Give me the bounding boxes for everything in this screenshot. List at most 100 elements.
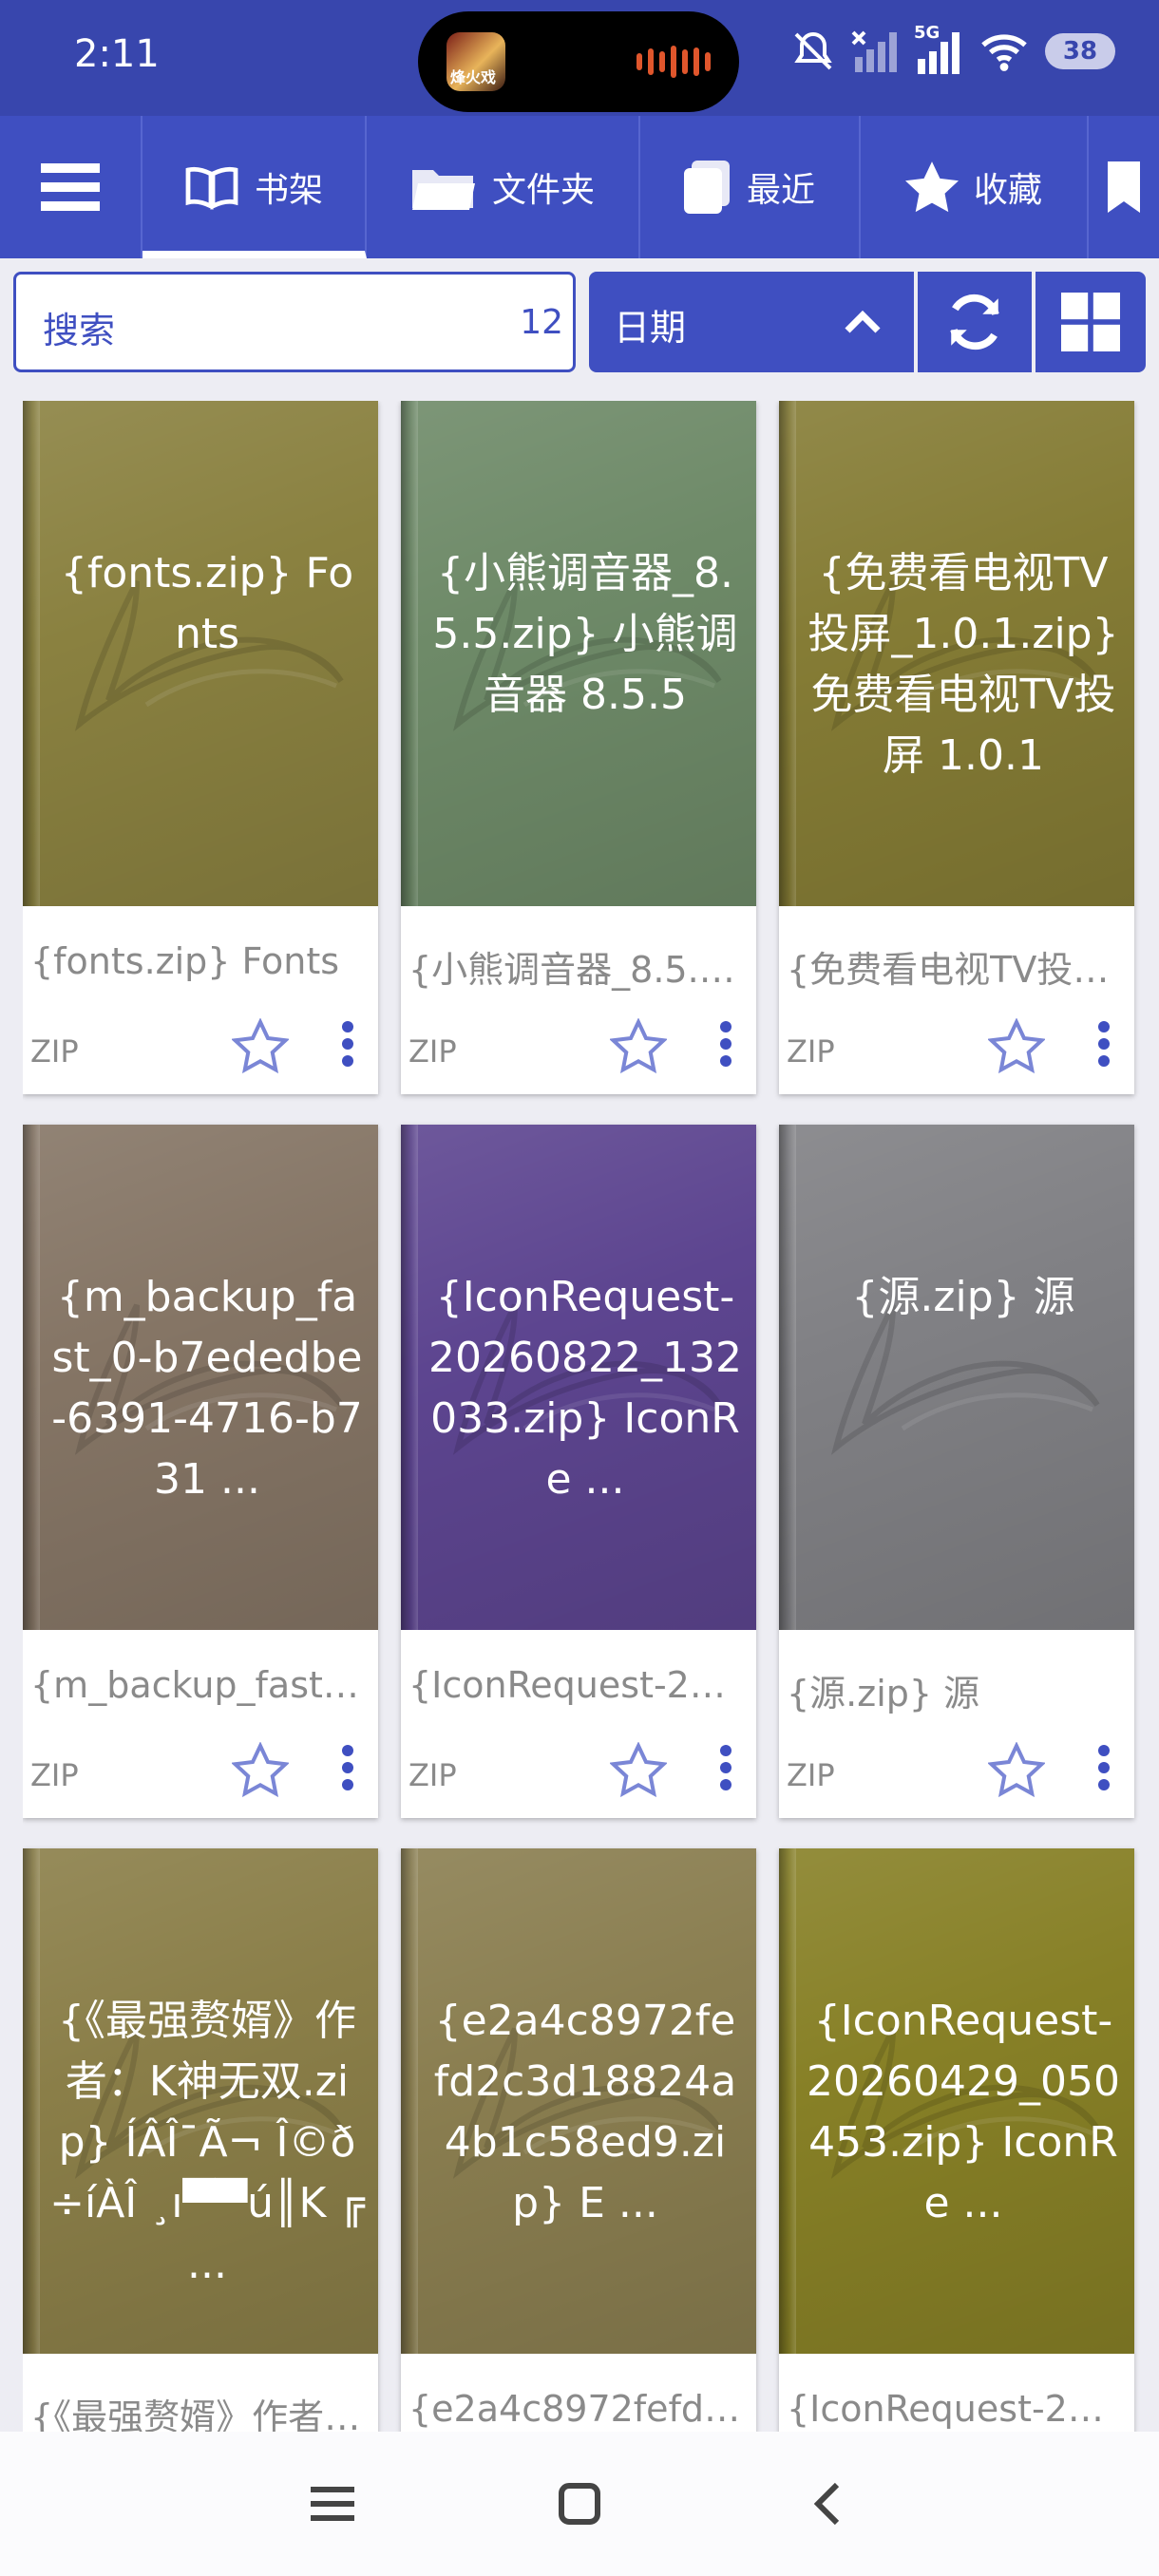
- book-spine: [779, 1848, 796, 2354]
- back-button[interactable]: [788, 2466, 864, 2542]
- cover-title: {e2a4c8972fefd2c3d18824a4b1c58ed9.zip} E…: [433, 1997, 737, 2227]
- signal-off-icon: [851, 30, 897, 72]
- favorite-star-icon[interactable]: [232, 1742, 289, 1797]
- home-square-icon: [559, 2483, 600, 2525]
- book-card[interactable]: {IconRequest-20260429_050453.zip} IconRe…: [779, 1848, 1134, 2432]
- dynamic-island[interactable]: 烽火戏: [418, 11, 739, 112]
- cover-title: {免费看电视TV投屏_1.0.1.zip} 免费看电视TV投屏 1.0.1: [808, 549, 1119, 780]
- status-bar: 2:11 烽火戏 5G 38: [0, 0, 1159, 116]
- cover-title: {m_backup_fast_0-b7ededbe-6391-4716-b731…: [51, 1273, 363, 1504]
- book-name: {fonts.zip} Fonts: [30, 940, 340, 982]
- book-name: {IconRequest-20260429_050453.zip}: [787, 2388, 1127, 2430]
- audio-wave-icon: [636, 46, 711, 78]
- book-name: {免费看电视TV投屏_1.0.1.zip} 免费看电视TV投屏 1.0.1: [787, 949, 1127, 991]
- favorite-star-icon[interactable]: [232, 1018, 289, 1073]
- tab-label: 收藏: [973, 171, 1042, 210]
- book-card[interactable]: {源.zip} 源 {源.zip} 源 ZIP: [779, 1125, 1134, 1818]
- grid-view-button[interactable]: [1036, 272, 1146, 372]
- book-card[interactable]: {小熊调音器_8.5.5.zip} 小熊调音器 8.5.5 {小熊调音器_8.5.…: [401, 401, 756, 1094]
- tab-folder[interactable]: 文件夹: [367, 116, 640, 258]
- book-name: {源.zip} 源: [787, 1673, 980, 1714]
- refresh-icon: [950, 294, 999, 350]
- more-options-icon[interactable]: [340, 1020, 355, 1068]
- cover-title: {小熊调音器_8.5.5.zip} 小熊调音器 8.5.5: [432, 549, 738, 719]
- book-cover[interactable]: {IconRequest-20260429_050453.zip} IconRe…: [779, 1848, 1134, 2354]
- book-card[interactable]: {fonts.zip} Fonts {fonts.zip} Fonts ZIP: [23, 401, 378, 1094]
- search-input[interactable]: 搜索 12: [13, 272, 576, 372]
- book-spine: [401, 1848, 418, 2354]
- book-cover[interactable]: {e2a4c8972fefd2c3d18824a4b1c58ed9.zip} E…: [401, 1848, 756, 2354]
- wifi-icon: [981, 34, 1027, 71]
- book-cover[interactable]: {fonts.zip} Fonts: [23, 401, 378, 906]
- file-type: ZIP: [408, 1033, 457, 1070]
- menu-button[interactable]: [0, 116, 142, 258]
- favorite-star-icon[interactable]: [610, 1742, 667, 1797]
- book-count: 12: [520, 303, 563, 342]
- tab-bar: 书架 文件夹 最近 收藏: [0, 116, 1159, 258]
- book-card[interactable]: {《最强赘婿》作者：K神无双.zip} ÍÂÎ¯Ã¬ Î©ð÷íÀÎ ¸ı▀▀ú…: [23, 1848, 378, 2432]
- star-icon: [904, 161, 959, 213]
- book-name: {小熊调音器_8.5.5.zip} 小熊调音器 8.5.5: [408, 949, 749, 991]
- book-spine: [23, 1848, 40, 2354]
- back-chevron-icon: [813, 2482, 840, 2526]
- book-cover[interactable]: {m_backup_fast_0-b7ededbe-6391-4716-b731…: [23, 1125, 378, 1630]
- bookmark-icon: [1108, 161, 1140, 213]
- book-card[interactable]: {m_backup_fast_0-b7ededbe-6391-4716-b731…: [23, 1125, 378, 1818]
- cover-title: {源.zip} 源: [851, 1273, 1075, 1321]
- book-card[interactable]: {e2a4c8972fefd2c3d18824a4b1c58ed9.zip} E…: [401, 1848, 756, 2432]
- book-cover[interactable]: {免费看电视TV投屏_1.0.1.zip} 免费看电视TV投屏 1.0.1: [779, 401, 1134, 906]
- tab-recent[interactable]: 最近: [640, 116, 861, 258]
- book-spine: [23, 1125, 40, 1630]
- book-grid: {fonts.zip} Fonts {fonts.zip} Fonts ZIP {小熊…: [23, 401, 1140, 2432]
- tab-bookshelf[interactable]: 书架: [142, 116, 367, 258]
- book-spine: [779, 401, 796, 906]
- cover-title: {IconRequest-20260822_132033.zip} IconRe…: [428, 1273, 742, 1504]
- tab-label: 书架: [254, 171, 323, 210]
- favorite-star-icon[interactable]: [988, 1742, 1045, 1797]
- tab-bookmarks-partial[interactable]: [1089, 116, 1159, 258]
- book-card[interactable]: {IconRequest-20260822_132033.zip} IconRe…: [401, 1125, 756, 1818]
- book-cover[interactable]: {小熊调音器_8.5.5.zip} 小熊调音器 8.5.5: [401, 401, 756, 906]
- book-cover[interactable]: {IconRequest-20260822_132033.zip} IconRe…: [401, 1125, 756, 1630]
- book-name: {《最强赘婿》作者：K神无双.zip}: [30, 2396, 370, 2432]
- signal-5g-icon: 5G: [914, 23, 963, 74]
- file-type: ZIP: [787, 1757, 835, 1793]
- book-card[interactable]: {免费看电视TV投屏_1.0.1.zip} 免费看电视TV投屏 1.0.1 {免费…: [779, 401, 1134, 1094]
- favorite-star-icon[interactable]: [988, 1018, 1045, 1073]
- chevron-up-icon: [845, 310, 881, 333]
- more-options-icon[interactable]: [718, 1020, 733, 1068]
- tab-label: 文件夹: [491, 171, 595, 210]
- more-options-icon[interactable]: [340, 1744, 355, 1791]
- hamburger-icon: [41, 163, 100, 211]
- tab-label: 最近: [746, 171, 815, 210]
- status-icons: 5G 38: [790, 23, 1115, 74]
- more-options-icon[interactable]: [718, 1744, 733, 1791]
- file-type: ZIP: [30, 1033, 79, 1070]
- file-type: ZIP: [787, 1033, 835, 1070]
- book-spine: [779, 1125, 796, 1630]
- recent-book-icon: [683, 161, 730, 214]
- grid-icon: [1061, 293, 1120, 351]
- system-nav-bar: [0, 2432, 1159, 2576]
- more-options-icon[interactable]: [1096, 1020, 1112, 1068]
- refresh-button[interactable]: [918, 272, 1032, 372]
- book-name: {m_backup_fast_0-b7ededbe-6391-4716-b731: [30, 1664, 370, 1706]
- favorite-star-icon[interactable]: [610, 1018, 667, 1073]
- search-placeholder: 搜索: [43, 310, 116, 351]
- book-spine: [401, 1125, 418, 1630]
- book-cover[interactable]: {源.zip} 源: [779, 1125, 1134, 1630]
- book-cover[interactable]: {《最强赘婿》作者：K神无双.zip} ÍÂÎ¯Ã¬ Î©ð÷íÀÎ ¸ı▀▀ú…: [23, 1848, 378, 2354]
- menu-lines-icon: [311, 2487, 354, 2521]
- file-type: ZIP: [408, 1757, 457, 1793]
- book-open-icon: [185, 166, 238, 210]
- sort-dropdown[interactable]: 日期: [589, 272, 914, 372]
- silent-bell-icon: [794, 31, 832, 70]
- book-spine: [23, 401, 40, 906]
- more-options-icon[interactable]: [1096, 1744, 1112, 1791]
- folder-icon: [411, 170, 475, 210]
- sort-label: 日期: [614, 307, 687, 349]
- tab-favorites[interactable]: 收藏: [861, 116, 1089, 258]
- home-button[interactable]: [542, 2466, 618, 2542]
- recents-button[interactable]: [294, 2466, 370, 2542]
- cover-title: {《最强赘婿》作者：K神无双.zip} ÍÂÎ¯Ã¬ Î©ð÷íÀÎ ¸ı▀▀ú…: [49, 1997, 365, 2288]
